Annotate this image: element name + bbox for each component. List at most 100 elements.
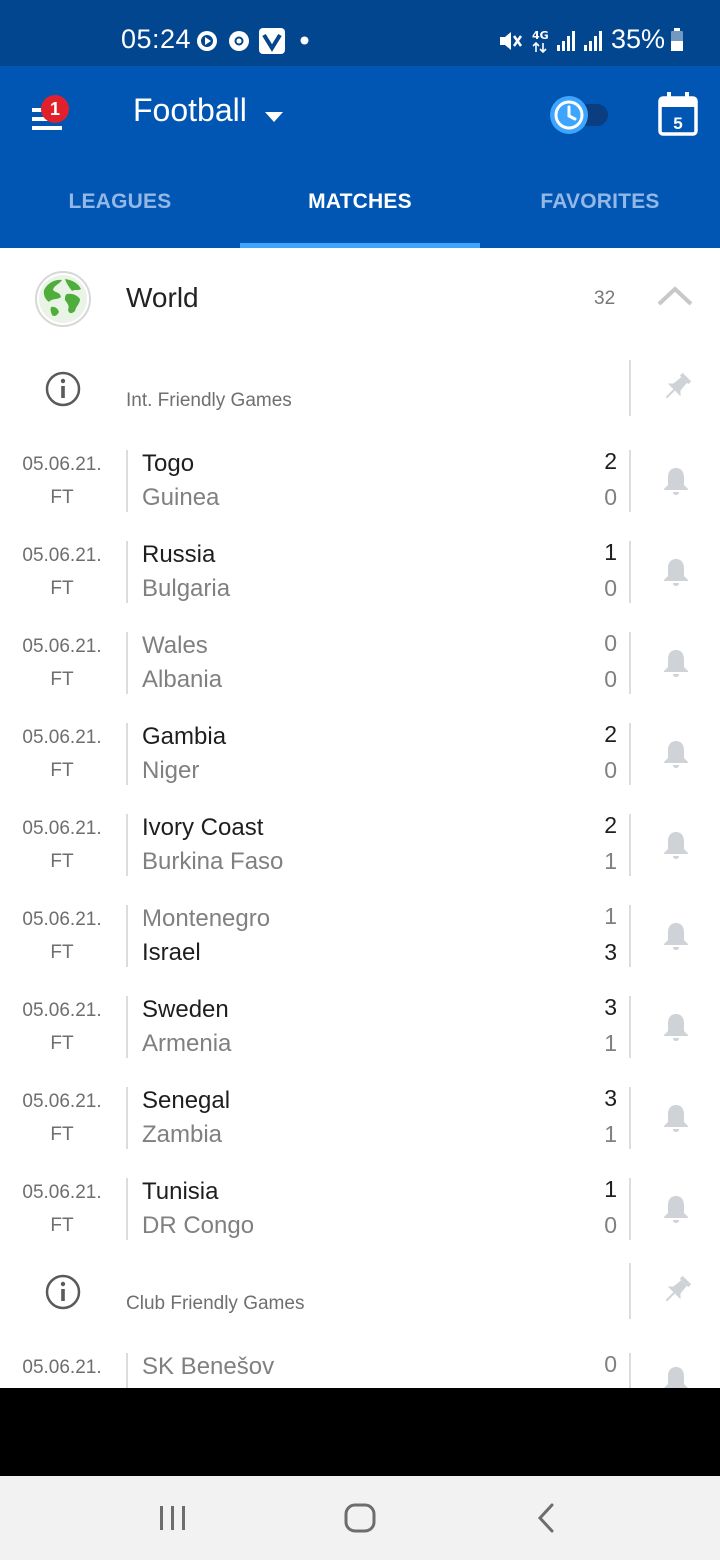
match-row[interactable]: 05.06.21. FT Montenegro Israel 1 3 (0, 899, 720, 990)
league-name: Club Friendly Games (126, 1293, 305, 1314)
divider (629, 996, 631, 1058)
home-score: 3 (604, 994, 617, 1020)
match-date: 05.06.21. (22, 818, 102, 839)
divider (629, 905, 631, 967)
match-row[interactable]: 05.06.21. SK Benešov 0 (0, 1347, 720, 1388)
home-team: Wales (142, 632, 208, 659)
divider (629, 814, 631, 876)
app-bar: Football 5 LEAGUES MATCHES FAVORITES (0, 66, 720, 248)
info-icon[interactable] (44, 370, 82, 408)
region-name: World (126, 282, 199, 313)
info-icon[interactable] (44, 1273, 82, 1311)
bell-icon[interactable] (663, 1103, 689, 1133)
chevron-down-icon[interactable] (264, 111, 284, 123)
home-team: Tunisia (142, 1178, 219, 1205)
sport-selector[interactable]: Football (133, 92, 247, 129)
match-status: FT (50, 760, 74, 781)
away-team: Zambia (142, 1121, 223, 1148)
bell-icon[interactable] (663, 1012, 689, 1042)
divider (629, 1263, 631, 1319)
match-date: 05.06.21. (22, 1091, 102, 1112)
match-status: FT (50, 669, 74, 690)
home-team: SK Benešov (142, 1353, 275, 1380)
pin-icon[interactable] (660, 370, 694, 404)
match-row[interactable]: 05.06.21. FT Russia Bulgaria 1 0 (0, 535, 720, 626)
divider (629, 1178, 631, 1240)
bell-icon[interactable] (663, 648, 689, 678)
home-icon[interactable] (343, 1500, 377, 1536)
divider (629, 450, 631, 512)
chevron-up-icon[interactable] (656, 284, 694, 308)
away-team: Albania (142, 666, 223, 693)
tab-leagues[interactable]: LEAGUES (0, 179, 240, 248)
match-row[interactable]: 05.06.21. FT Ivory Coast Burkina Faso 2 … (0, 808, 720, 899)
matches-list: World 32 Int. Friendly Games 05.06.21. F… (0, 248, 720, 1388)
away-score: 0 (604, 575, 617, 601)
away-team: Armenia (142, 1030, 232, 1057)
live-toggle[interactable] (548, 94, 610, 136)
calendar-day: 5 (673, 114, 682, 133)
bell-icon[interactable] (663, 557, 689, 587)
status-time: 05:24 (121, 24, 192, 54)
home-team: Senegal (142, 1087, 231, 1114)
chrome-icon (229, 31, 249, 51)
away-score: 1 (604, 848, 617, 874)
home-score: 0 (604, 630, 617, 656)
tab-matches[interactable]: MATCHES (240, 179, 480, 248)
match-row[interactable]: 05.06.21. FT Senegal Zambia 3 1 (0, 1081, 720, 1172)
league-header[interactable]: Int. Friendly Games (0, 360, 720, 440)
battery-percent: 35% (611, 24, 666, 54)
system-nav-bar (0, 1476, 720, 1560)
league-name: Int. Friendly Games (126, 390, 292, 411)
match-status: FT (50, 487, 74, 508)
match-date: 05.06.21. (22, 545, 102, 566)
calendar-icon[interactable]: 5 (658, 92, 698, 136)
region-header[interactable]: World 32 (0, 248, 720, 348)
home-score: 2 (604, 721, 617, 747)
away-team: Bulgaria (142, 575, 231, 602)
away-team: Niger (142, 757, 200, 784)
tab-favorites[interactable]: FAVORITES (480, 179, 720, 248)
bell-icon[interactable] (663, 739, 689, 769)
home-score: 1 (604, 539, 617, 565)
recent-apps-icon[interactable] (158, 1500, 188, 1536)
match-status: FT (50, 1033, 74, 1054)
home-team: Sweden (142, 996, 229, 1023)
bell-icon[interactable] (663, 921, 689, 951)
match-row[interactable]: 05.06.21. FT Sweden Armenia 3 1 (0, 990, 720, 1081)
match-row[interactable]: 05.06.21. FT Tunisia DR Congo 1 0 (0, 1172, 720, 1263)
bell-icon[interactable] (663, 830, 689, 860)
match-status: FT (50, 851, 74, 872)
away-score: 0 (604, 757, 617, 783)
home-team: Ivory Coast (142, 814, 264, 841)
dot-icon (300, 36, 309, 45)
away-team: Burkina Faso (142, 848, 284, 875)
back-icon[interactable] (536, 1500, 558, 1536)
divider (629, 1087, 631, 1149)
pin-icon[interactable] (660, 1273, 694, 1307)
match-row[interactable]: 05.06.21. FT Togo Guinea 2 0 (0, 444, 720, 535)
media-icon (197, 31, 217, 51)
match-date: 05.06.21. (22, 1357, 102, 1378)
bell-icon[interactable] (663, 1365, 689, 1388)
league-header[interactable]: Club Friendly Games (0, 1263, 720, 1343)
divider (126, 996, 128, 1058)
signal-icon (584, 31, 602, 51)
vpn-icon (259, 28, 285, 54)
match-row[interactable]: 05.06.21. FT Gambia Niger 2 0 (0, 717, 720, 808)
divider (629, 1353, 631, 1388)
away-score: 1 (604, 1121, 617, 1147)
divider (126, 1178, 128, 1240)
tab-bar: LEAGUES MATCHES FAVORITES (0, 179, 720, 248)
divider (126, 1087, 128, 1149)
bell-icon[interactable] (663, 1194, 689, 1224)
home-team: Russia (142, 541, 216, 568)
divider (126, 723, 128, 785)
bell-icon[interactable] (663, 466, 689, 496)
home-score: 2 (604, 448, 617, 474)
match-row[interactable]: 05.06.21. FT Wales Albania 0 0 (0, 626, 720, 717)
divider (629, 360, 631, 416)
home-team: Gambia (142, 723, 227, 750)
mute-icon (500, 32, 523, 50)
status-bar: 05:24 4G 35% (0, 0, 720, 66)
